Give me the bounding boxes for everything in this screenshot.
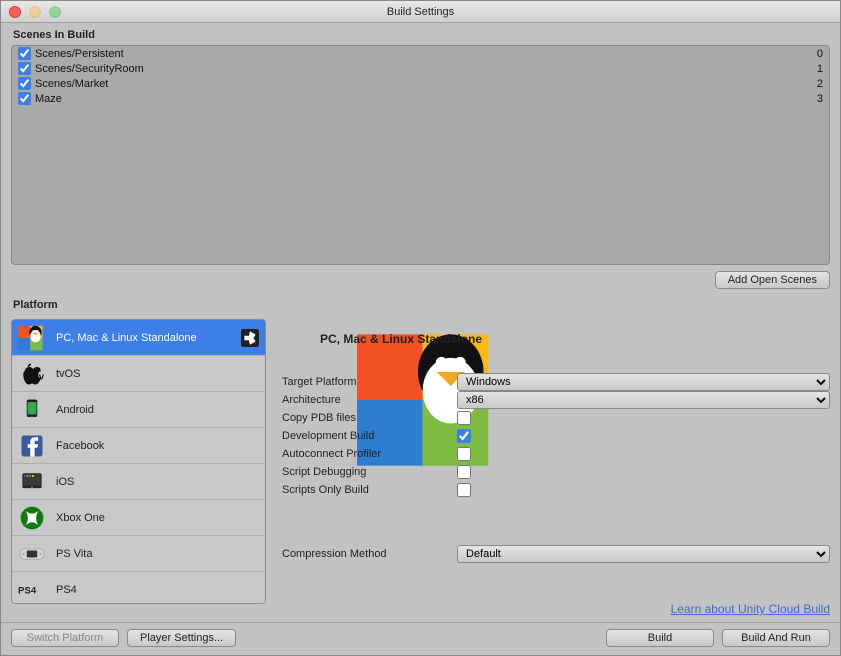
platform-item-facebook[interactable]: Facebook <box>12 428 265 464</box>
scene-row[interactable]: Scenes/Market 2 <box>12 76 829 91</box>
autoconnect-checkbox[interactable] <box>457 447 471 461</box>
scene-index: 3 <box>817 93 823 105</box>
platform-item-ios[interactable]: iOS <box>12 464 265 500</box>
psvita-icon <box>18 540 46 568</box>
xbox-icon <box>18 504 46 532</box>
ios-icon <box>18 468 46 496</box>
zoom-icon[interactable] <box>49 6 61 18</box>
unity-icon <box>241 329 259 347</box>
architecture-select[interactable]: x86 <box>457 391 830 409</box>
scene-path: Scenes/Market <box>35 78 108 90</box>
target-platform-label: Target Platform <box>282 376 457 388</box>
window-controls <box>9 6 61 18</box>
cloud-build-link[interactable]: Learn about Unity Cloud Build <box>282 602 830 620</box>
scene-path: Scenes/SecurityRoom <box>35 63 144 75</box>
build-and-run-button[interactable]: Build And Run <box>722 629 830 647</box>
platform-settings: PC, Mac & Linux Standalone Target Platfo… <box>282 319 830 620</box>
pc-standalone-icon <box>18 324 46 352</box>
compression-label: Compression Method <box>282 548 457 560</box>
player-settings-button[interactable]: Player Settings... <box>127 629 236 647</box>
scene-path: Scenes/Persistent <box>35 48 124 60</box>
target-platform-select[interactable]: Windows <box>457 373 830 391</box>
close-icon[interactable] <box>9 6 21 18</box>
add-open-scenes-button[interactable]: Add Open Scenes <box>715 271 830 289</box>
scene-checkbox[interactable] <box>18 62 31 75</box>
platform-name: PS Vita <box>56 548 93 560</box>
scene-row[interactable]: Scenes/Persistent 0 <box>12 46 829 61</box>
platform-name: tvOS <box>56 368 80 380</box>
scene-checkbox[interactable] <box>18 47 31 60</box>
platform-name: PS4 <box>56 584 77 596</box>
platform-item-psvita[interactable]: PS Vita <box>12 536 265 572</box>
platform-label: Platform <box>11 293 70 315</box>
switch-platform-button[interactable]: Switch Platform <box>11 629 119 647</box>
copy-pdb-label: Copy PDB files <box>282 412 457 424</box>
copy-pdb-checkbox[interactable] <box>457 411 471 425</box>
scene-checkbox[interactable] <box>18 77 31 90</box>
script-debug-label: Script Debugging <box>282 466 457 478</box>
scripts-only-label: Scripts Only Build <box>282 484 457 496</box>
platform-item-xbox[interactable]: Xbox One <box>12 500 265 536</box>
autoconnect-label: Autoconnect Profiler <box>282 448 457 460</box>
platform-list[interactable]: PC, Mac & Linux Standalone tvOS Android Fac… <box>11 319 266 604</box>
scene-index: 1 <box>817 63 823 75</box>
build-button[interactable]: Build <box>606 629 714 647</box>
platform-item-android[interactable]: Android <box>12 392 265 428</box>
window-title: Build Settings <box>387 6 454 18</box>
script-debug-checkbox[interactable] <box>457 465 471 479</box>
platform-name: iOS <box>56 476 74 488</box>
platform-item-pc-standalone[interactable]: PC, Mac & Linux Standalone <box>12 320 265 356</box>
scene-checkbox[interactable] <box>18 92 31 105</box>
platform-name: PC, Mac & Linux Standalone <box>56 332 197 344</box>
build-settings-window: Build Settings Scenes In Build Scenes/Pe… <box>0 0 841 656</box>
scene-index: 2 <box>817 78 823 90</box>
dev-build-checkbox[interactable] <box>457 429 471 443</box>
scene-row[interactable]: Maze 3 <box>12 91 829 106</box>
scenes-label: Scenes In Build <box>1 23 840 45</box>
ps4-icon <box>18 576 46 604</box>
platform-item-ps4[interactable]: PS4 <box>12 572 265 604</box>
scene-row[interactable]: Scenes/SecurityRoom 1 <box>12 61 829 76</box>
platform-name: Facebook <box>56 440 104 452</box>
facebook-icon <box>18 432 46 460</box>
scene-index: 0 <box>817 48 823 60</box>
pc-standalone-icon <box>282 325 310 353</box>
minimize-icon[interactable] <box>29 6 41 18</box>
android-icon <box>18 396 46 424</box>
architecture-label: Architecture <box>282 394 457 406</box>
platform-name: Android <box>56 404 94 416</box>
scenes-list[interactable]: Scenes/Persistent0Scenes/SecurityRoom1Sc… <box>11 45 830 265</box>
scene-path: Maze <box>35 93 62 105</box>
platform-item-appletv[interactable]: tvOS <box>12 356 265 392</box>
compression-select[interactable]: Default <box>457 545 830 563</box>
scripts-only-checkbox[interactable] <box>457 483 471 497</box>
titlebar: Build Settings <box>1 1 840 23</box>
platform-name: Xbox One <box>56 512 105 524</box>
footer: Switch Platform Player Settings... Build… <box>1 622 840 655</box>
appletv-icon <box>18 360 46 388</box>
dev-build-label: Development Build <box>282 430 457 442</box>
settings-title: PC, Mac & Linux Standalone <box>320 332 482 346</box>
